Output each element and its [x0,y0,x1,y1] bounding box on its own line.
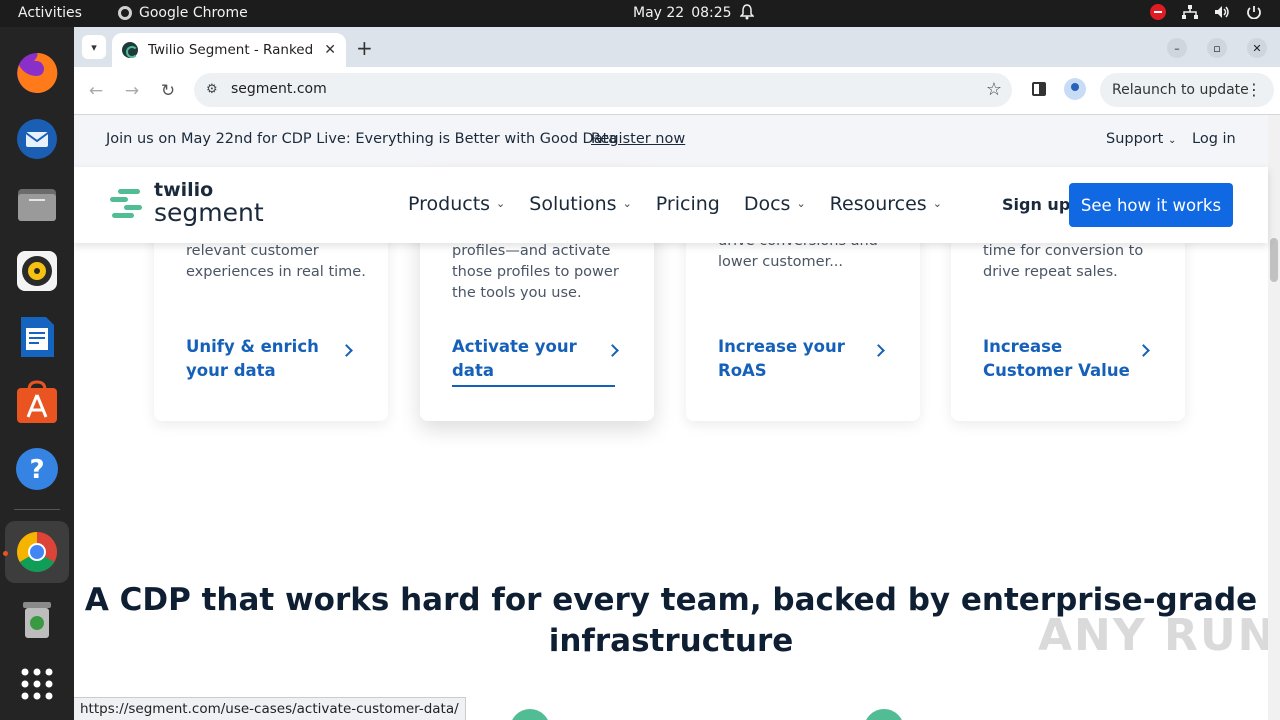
notification-bell-icon [740,4,754,20]
volume-icon [1215,6,1229,18]
url-text: segment.com [231,81,327,97]
page-scrollbar[interactable] [1268,115,1280,720]
forward-button[interactable]: → [120,79,144,103]
maximize-button[interactable]: ▫ [1207,38,1227,58]
address-bar[interactable]: ⚙ segment.com ☆ [194,73,1012,107]
app-center-icon[interactable] [12,378,62,428]
nav-products[interactable]: Products ⌄ [408,193,505,215]
profile-avatar[interactable] [1064,78,1086,100]
card-description: time for conversion to drive repeat sale… [983,243,1144,280]
sign-up-link[interactable]: Sign up [1002,195,1070,214]
nav-resources-label: Resources [829,193,927,215]
see-how-it-works-button[interactable]: See how it works [1069,183,1233,227]
register-now-link[interactable]: Register now [591,131,685,147]
firefox-icon[interactable] [12,48,62,98]
relaunch-label: Relaunch to update [1112,82,1249,98]
bookmark-star-icon[interactable]: ☆ [986,79,1002,100]
feature-icon [864,709,904,720]
chevron-down-icon: ⌄ [796,197,806,210]
anyrun-watermark: ANY RUN [1038,610,1277,661]
help-icon[interactable]: ? [12,444,62,494]
segment-logo-icon [110,186,142,220]
chevron-down-icon: ▾ [91,40,97,54]
chrome-icon [118,6,132,20]
link-status-bar: https://segment.com/use-cases/activate-c… [74,697,466,720]
system-tray[interactable] [1150,4,1262,20]
rhythmbox-icon[interactable] [12,246,62,296]
chevron-down-icon: ⌄ [622,197,632,210]
card-link[interactable]: Activate your data [452,335,622,383]
announcement-message: Join us on May 22nd for CDP Live: Everyt… [106,131,618,147]
twilio-segment-logo[interactable]: twilio segment [110,181,264,225]
relaunch-to-update-button[interactable]: Relaunch to update ⋮ [1100,73,1274,107]
chevron-down-icon: ⌄ [1167,135,1177,146]
nav-products-label: Products [408,193,491,215]
feature-icon [510,709,550,720]
dock: ? [0,27,74,720]
card-link-underline [452,385,615,387]
network-icon [1182,5,1198,19]
support-label: Support [1106,131,1164,147]
browser-toolbar: ← → ↻ ⚙ segment.com ☆ Relaunch to update… [74,67,1280,115]
system-top-bar: Activities Google Chrome May 22 08:25 [0,0,1280,27]
browser-window: ▾ Twilio Segment - Ranked ✕ + – ▫ ✕ ← → … [74,27,1280,115]
more-menu-icon[interactable]: ⋮ [1246,80,1262,99]
do-not-disturb-icon [1150,4,1166,20]
tab-title: Twilio Segment - Ranked [148,42,314,58]
clock[interactable]: May 22 08:25 [633,5,732,21]
chevron-down-icon: ⌄ [496,197,506,210]
nav-resources[interactable]: Resources ⌄ [830,193,942,215]
power-icon [1247,6,1261,19]
card-link[interactable]: Unify & enrich your data [186,335,356,383]
tab-search-button[interactable]: ▾ [82,35,106,59]
web-page: Join us on May 22nd for CDP Live: Everyt… [74,115,1280,720]
reload-button[interactable]: ↻ [156,79,180,103]
back-button[interactable]: ← [84,79,108,103]
card-description: relevant customer experiences in real ti… [186,243,366,280]
nav-solutions[interactable]: Solutions ⌄ [529,193,632,215]
trash-icon[interactable] [12,594,62,644]
activities-button[interactable]: Activities [18,5,82,21]
side-panel-icon[interactable] [1032,82,1046,96]
segment-favicon-icon [122,42,138,58]
nav-pricing[interactable]: Pricing [656,193,720,215]
card-link[interactable]: Increase your RoAS [718,335,888,383]
app-name: Google Chrome [139,5,248,21]
announcement-bar: Join us on May 22nd for CDP Live: Everyt… [74,115,1268,167]
card-link[interactable]: Increase Customer Value [983,335,1153,383]
libreoffice-writer-icon[interactable] [12,312,62,362]
dock-running-indicator [3,551,8,556]
thunderbird-icon[interactable] [12,114,62,164]
clock-time: 08:25 [691,5,732,21]
tab-strip: ▾ Twilio Segment - Ranked ✕ + – ▫ ✕ [74,27,1280,67]
app-menu[interactable]: Google Chrome [118,5,248,21]
dock-separator [14,509,60,510]
new-tab-button[interactable]: + [356,36,373,60]
nav-docs-label: Docs [743,193,791,215]
login-link[interactable]: Log in [1192,131,1236,147]
clock-date: May 22 [633,5,685,21]
nav-links: Products ⌄ Solutions ⌄ Pricing Docs ⌄ Resou… [408,193,942,215]
scrollbar-thumb[interactable] [1270,238,1278,282]
site-info-icon[interactable]: ⚙ [206,82,218,97]
files-icon[interactable] [12,180,62,230]
support-menu[interactable]: Support ⌄ [1106,131,1176,147]
close-window-button[interactable]: ✕ [1247,38,1267,58]
show-apps-icon[interactable] [12,659,62,709]
svg-text:?: ? [29,455,44,485]
card-description: profiles—and activate those profiles to … [452,243,619,301]
tab-segment[interactable]: Twilio Segment - Ranked ✕ [112,33,346,67]
close-tab-icon[interactable]: ✕ [324,42,336,58]
minimize-button[interactable]: – [1167,38,1187,58]
chrome-dock-icon[interactable] [12,527,62,577]
chevron-down-icon: ⌄ [932,197,942,210]
nav-solutions-label: Solutions [529,193,617,215]
nav-docs[interactable]: Docs ⌄ [744,193,806,215]
main-nav: twilio segment Products ⌄ Solutions ⌄ Pric… [74,167,1268,243]
logo-text-segment: segment [154,198,264,227]
